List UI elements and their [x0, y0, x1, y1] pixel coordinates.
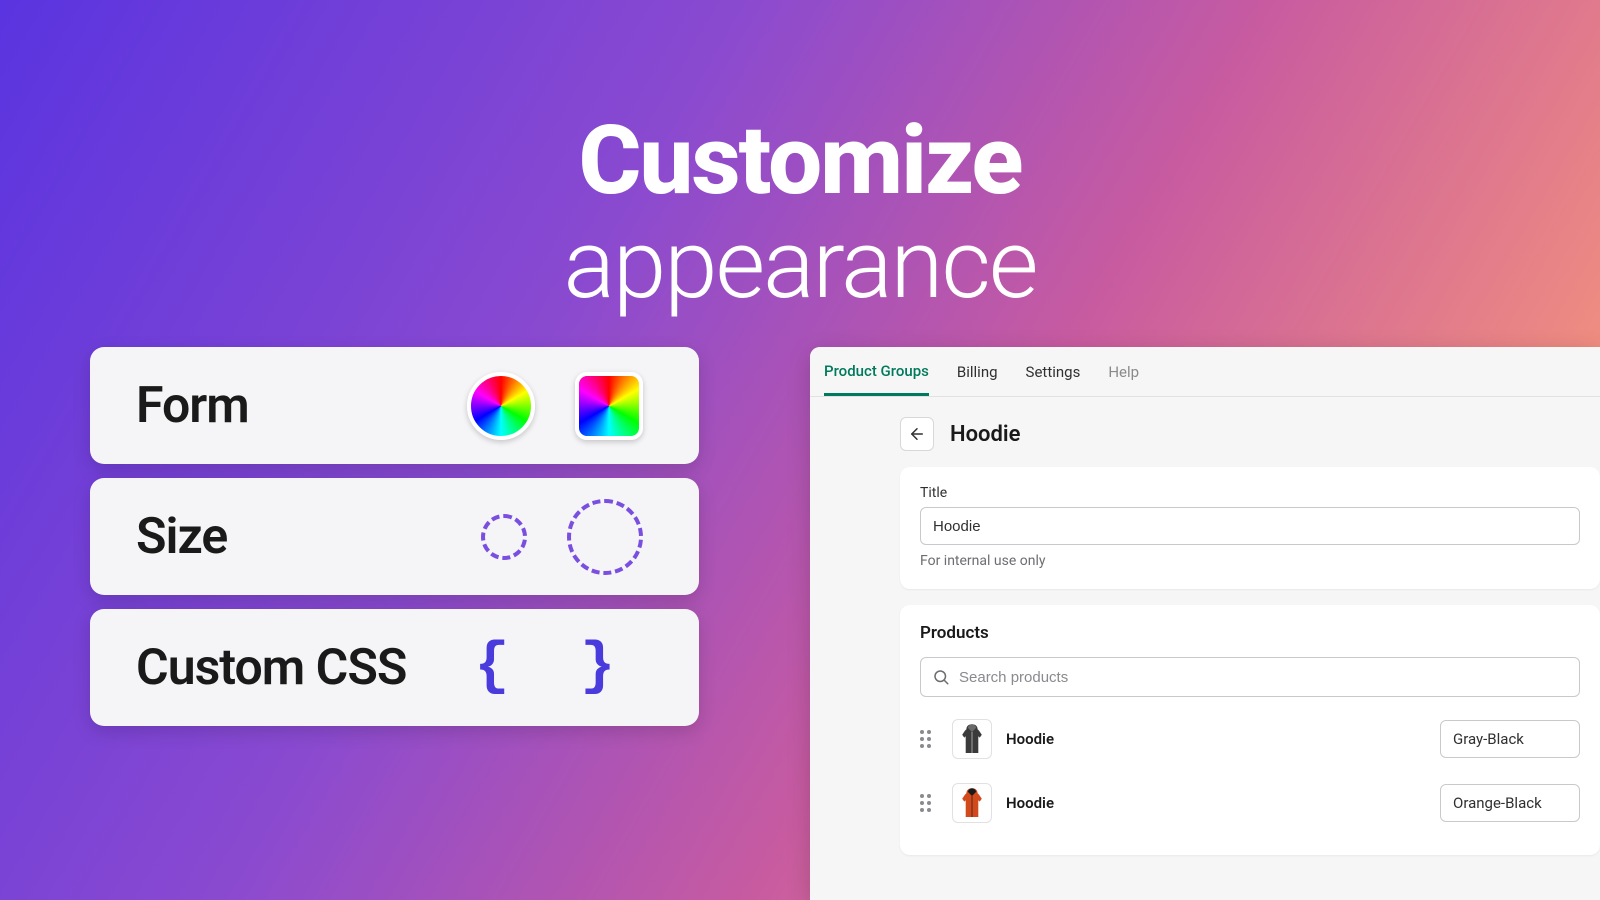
title-input[interactable]: [920, 507, 1580, 545]
card-form: Form: [90, 347, 699, 464]
tab-help[interactable]: Help: [1108, 349, 1139, 394]
search-icon: [932, 668, 950, 686]
braces-icon: { }: [475, 635, 633, 700]
product-name: Hoodie: [1006, 730, 1426, 748]
variant-select[interactable]: Orange-Black: [1440, 784, 1580, 822]
hoodie-orange-icon: [958, 786, 986, 820]
tab-product-groups[interactable]: Product Groups: [824, 348, 929, 396]
card-form-label: Form: [136, 377, 467, 435]
product-name: Hoodie: [1006, 794, 1426, 812]
title-label: Title: [920, 485, 1580, 501]
back-button[interactable]: [900, 417, 934, 451]
tab-billing[interactable]: Billing: [957, 349, 998, 394]
title-section: Title For internal use only: [900, 467, 1600, 589]
card-size: Size: [90, 478, 699, 595]
drag-handle-icon[interactable]: [920, 794, 938, 812]
products-section: Products Hoodie: [900, 605, 1600, 855]
tabs: Product Groups Billing Settings Help: [810, 347, 1600, 397]
dashed-circle-large-icon: [567, 499, 643, 575]
color-wheel-square-icon: [575, 372, 643, 440]
admin-panel: Product Groups Billing Settings Help Hoo…: [810, 347, 1600, 900]
hoodie-gray-icon: [958, 722, 986, 756]
tab-settings[interactable]: Settings: [1026, 349, 1081, 394]
products-title: Products: [920, 623, 1580, 643]
product-thumbnail: [952, 783, 992, 823]
variant-select[interactable]: Gray-Black: [1440, 720, 1580, 758]
card-size-label: Size: [136, 508, 481, 566]
page-title: Hoodie: [950, 422, 1020, 447]
product-row: Hoodie Gray-Black: [920, 707, 1580, 771]
hero-line1: Customize: [0, 105, 1600, 217]
product-row: Hoodie Orange-Black: [920, 771, 1580, 835]
color-wheel-circle-icon: [467, 372, 535, 440]
card-css-label: Custom CSS: [136, 639, 475, 697]
card-custom-css: Custom CSS { }: [90, 609, 699, 726]
hero-line2: appearance: [0, 209, 1600, 321]
feature-cards: Form Size Custom CSS { }: [90, 347, 699, 726]
dashed-circle-small-icon: [481, 514, 527, 560]
search-products-input[interactable]: [920, 657, 1580, 697]
arrow-left-icon: [908, 425, 926, 443]
product-thumbnail: [952, 719, 992, 759]
title-helper: For internal use only: [920, 553, 1580, 569]
drag-handle-icon[interactable]: [920, 730, 938, 748]
hero-title: Customize appearance: [0, 105, 1600, 321]
